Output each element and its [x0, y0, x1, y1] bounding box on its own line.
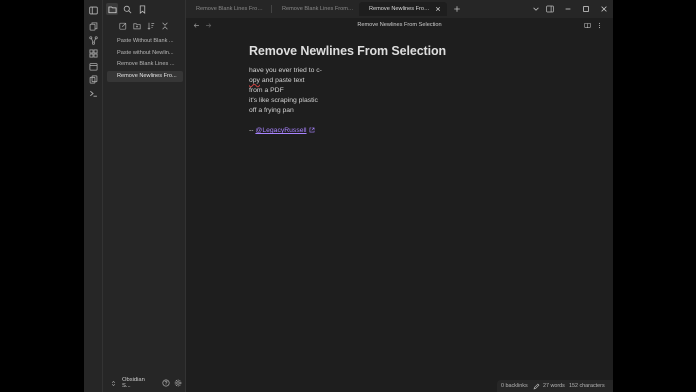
external-link-icon: [309, 127, 314, 133]
word-count: 27 words: [543, 383, 565, 389]
external-link[interactable]: @LegacyRussell: [255, 127, 306, 134]
tab-active[interactable]: Remove Newlines From ...: [359, 2, 447, 16]
sort-icon[interactable]: [145, 20, 157, 32]
new-tab-plus-icon[interactable]: [451, 3, 463, 15]
chevron-updown-icon: [111, 380, 116, 386]
files-icon[interactable]: [87, 20, 99, 32]
ribbon: [84, 0, 103, 392]
close-window-icon[interactable]: [598, 3, 610, 15]
help-icon[interactable]: [161, 378, 171, 388]
note-line[interactable]: opy and paste text: [249, 76, 549, 86]
credit-line: -- @LegacyRussell: [249, 126, 549, 136]
backlinks-count[interactable]: 0 backlinks: [501, 380, 528, 392]
vault-name: Obsidian S...: [121, 377, 145, 389]
left-sidebar: Paste Without Blank ... Paste without Ne…: [103, 0, 186, 392]
canvas-icon[interactable]: [87, 47, 99, 59]
main-workspace: Remove Blank Lines From S... Remove Blan…: [186, 0, 613, 392]
toggle-right-sidebar-icon[interactable]: [544, 3, 556, 15]
reading-view-book-icon[interactable]: [581, 19, 593, 31]
file-item[interactable]: Paste Without Blank ...: [107, 36, 183, 47]
tab-list-chevron-icon[interactable]: [530, 3, 542, 15]
status-bar: 0 backlinks 27 words 152 characters: [497, 380, 613, 392]
file-item-active[interactable]: Remove Newlines Fro...: [107, 70, 183, 82]
graph-icon[interactable]: [87, 34, 99, 46]
tab[interactable]: Remove Blank Lines From S...: [186, 2, 270, 16]
more-options-icon[interactable]: [593, 19, 605, 31]
note-title[interactable]: Remove Newlines From Selection: [249, 44, 549, 58]
credit-prefix: --: [249, 127, 254, 135]
file-item[interactable]: Remove Blank Lines ...: [107, 59, 183, 70]
collapse-all-icon[interactable]: [159, 20, 171, 32]
note-line-rest: and paste text: [259, 77, 305, 85]
close-tab-icon[interactable]: [434, 5, 442, 13]
maximize-icon[interactable]: [580, 3, 592, 15]
minimize-icon[interactable]: [562, 3, 574, 15]
file-explorer-actions: [103, 18, 185, 34]
terminal-icon[interactable]: [87, 87, 99, 99]
note-content[interactable]: Remove Newlines From Selection have you …: [249, 44, 549, 137]
file-list: Paste Without Blank ... Paste without Ne…: [107, 36, 183, 82]
file-item[interactable]: Paste without Newlin...: [107, 48, 183, 59]
templates-icon[interactable]: [87, 73, 99, 85]
vault-switcher[interactable]: Obsidian S...: [107, 377, 155, 389]
view-header: Remove Newlines From Selection: [186, 18, 613, 32]
sidebar-tab-header: [103, 0, 185, 18]
note-line[interactable]: have you ever tried to c-: [249, 66, 549, 76]
settings-gear-icon[interactable]: [173, 378, 183, 388]
tab-label: Remove Blank Lines From S...: [282, 6, 354, 12]
note-line[interactable]: it's like scraping plastic: [249, 96, 549, 106]
obsidian-window: Paste Without Blank ... Paste without Ne…: [84, 0, 613, 392]
spellcheck-word[interactable]: opy: [249, 77, 260, 84]
toggle-sidebar-icon[interactable]: [87, 4, 99, 16]
files-tab-icon[interactable]: [106, 3, 118, 15]
note-line[interactable]: from a PDF: [249, 86, 549, 96]
new-note-icon[interactable]: [117, 20, 129, 32]
tab-bar: Remove Blank Lines From S... Remove Blan…: [186, 0, 613, 18]
new-folder-icon[interactable]: [131, 20, 143, 32]
calendar-icon[interactable]: [87, 60, 99, 72]
note-line[interactable]: off a frying pan: [249, 106, 549, 116]
tab-label: Remove Newlines From ...: [369, 6, 433, 12]
character-count: 152 characters: [569, 383, 605, 389]
view-header-title[interactable]: Remove Newlines From Selection: [186, 18, 613, 32]
tab[interactable]: Remove Blank Lines From S...: [272, 2, 358, 16]
search-icon[interactable]: [121, 3, 133, 15]
tab-label: Remove Blank Lines From S...: [196, 6, 266, 12]
vault-footer: Obsidian S...: [107, 377, 183, 389]
edit-pencil-icon[interactable]: [533, 383, 540, 390]
bookmark-icon[interactable]: [136, 3, 148, 15]
